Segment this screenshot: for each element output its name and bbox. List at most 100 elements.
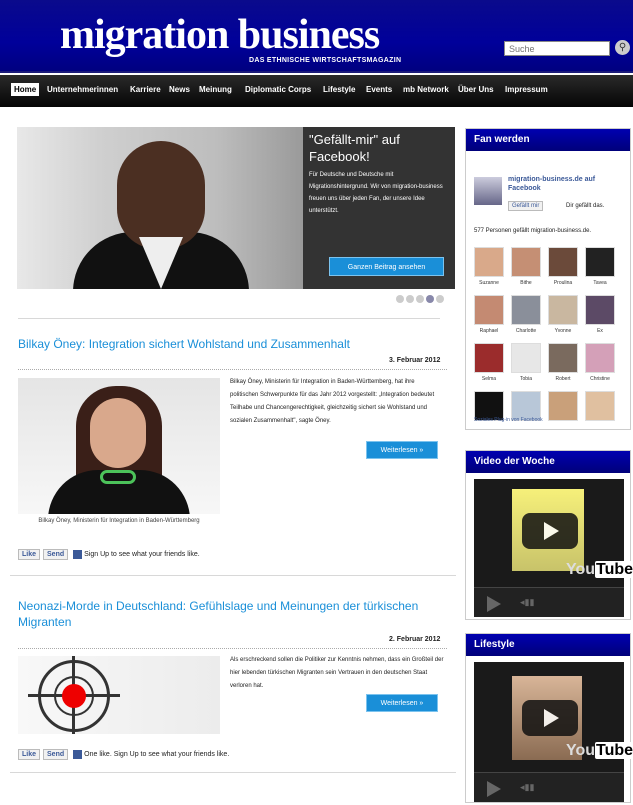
fb-person-name[interactable]: Raphael	[472, 328, 506, 334]
fb-person-name[interactable]: Suzanne	[472, 280, 506, 286]
video-player[interactable]: YouTube ◂▮▮	[474, 479, 633, 617]
fb-person-name[interactable]: Selma	[472, 376, 506, 382]
fb-person-avatar[interactable]	[548, 247, 578, 277]
volume-icon[interactable]: ◂▮▮	[520, 597, 550, 609]
facebook-icon	[73, 749, 83, 759]
share-bar-2: Like Send One like. Sign Up to see what yo…	[18, 749, 229, 763]
slider-dot-active[interactable]	[426, 295, 434, 303]
like-button[interactable]: Like	[18, 549, 41, 560]
play-icon[interactable]	[487, 596, 501, 612]
nav-item-ueber-uns[interactable]: Über Uns	[458, 85, 494, 94]
fb-count-text: 577 Personen gefällt migration-business.…	[474, 228, 592, 234]
featured-button[interactable]: Ganzen Beitrag ansehen	[329, 257, 444, 276]
share-text: One like. Sign Up to see what your frien…	[84, 751, 230, 758]
fb-person-name[interactable]: Ex	[583, 328, 617, 334]
video-controls: ◂▮▮	[474, 772, 624, 802]
fb-person-avatar[interactable]	[511, 247, 541, 277]
main-nav: Home Unternehmerinnen Karriere News Mein…	[0, 75, 633, 107]
nav-item-news[interactable]: News	[169, 85, 190, 94]
fb-person-name[interactable]: Bithe	[509, 280, 543, 286]
featured-slider[interactable]: "Gefällt-mir" auf Facebook! Für Deutsche…	[17, 127, 455, 289]
facebook-icon	[73, 549, 83, 559]
fb-person-avatar[interactable]	[474, 295, 504, 325]
fb-person-avatar[interactable]	[585, 247, 615, 277]
nav-item-events[interactable]: Events	[366, 85, 392, 94]
play-icon[interactable]	[522, 513, 578, 549]
fb-person-avatar[interactable]	[511, 295, 541, 325]
fb-person-avatar[interactable]	[511, 343, 541, 373]
featured-title: "Gefällt-mir" auf Facebook!	[309, 132, 400, 164]
nav-item-lifestyle[interactable]: Lifestyle	[323, 85, 355, 94]
portrait-face	[90, 398, 146, 468]
share-bar-1: Like Send Sign Up to see what your friends…	[18, 549, 200, 563]
send-button[interactable]: Send	[43, 749, 69, 760]
nav-item-meinung[interactable]: Meinung	[199, 85, 232, 94]
lifestyle-box-heading: Lifestyle	[466, 634, 630, 656]
read-more-button-1[interactable]: Weiterlesen »	[366, 441, 438, 459]
search-icon[interactable]: ⚲	[615, 40, 630, 55]
fb-person-name[interactable]: Yvonne	[546, 328, 580, 334]
slider-dot[interactable]	[406, 295, 414, 303]
divider	[10, 772, 456, 773]
nav-item-karriere[interactable]: Karriere	[130, 85, 161, 94]
fb-person-name[interactable]: Robert	[546, 376, 580, 382]
target-center	[62, 684, 86, 708]
fb-person-avatar[interactable]	[548, 391, 578, 421]
read-more-button-2[interactable]: Weiterlesen »	[366, 694, 438, 712]
play-icon[interactable]	[522, 700, 578, 736]
post-image-1[interactable]	[18, 378, 220, 514]
send-button[interactable]: Send	[43, 549, 69, 560]
fb-person-name[interactable]: Tobia	[509, 376, 543, 382]
video-controls: ◂▮▮	[474, 587, 624, 617]
fan-box: Fan werden migration-business.de auf Fac…	[465, 128, 631, 430]
video-box: Video der Woche YouTube ◂▮▮	[465, 450, 633, 620]
fb-person-avatar[interactable]	[585, 343, 615, 373]
page-avatar[interactable]	[474, 177, 502, 205]
nav-item-impressum[interactable]: Impressum	[505, 85, 548, 94]
post-date-1: 3. Februar 2012	[389, 357, 441, 364]
share-text: Sign Up to see what your friends like.	[84, 551, 200, 558]
fb-person-avatar[interactable]	[548, 343, 578, 373]
fb-likes-text: Dir gefällt das.	[566, 203, 605, 209]
video-box-heading: Video der Woche	[466, 451, 630, 473]
fb-person-avatar[interactable]	[585, 295, 615, 325]
like-button[interactable]: Like	[18, 749, 41, 760]
slider-dot[interactable]	[416, 295, 424, 303]
slider-dot[interactable]	[396, 295, 404, 303]
site-logo[interactable]: migration business	[60, 14, 380, 56]
play-icon[interactable]	[487, 781, 501, 797]
fb-person-name[interactable]: Christine	[583, 376, 617, 382]
nav-item-diplomatic-corps[interactable]: Diplomatic Corps	[245, 85, 311, 94]
post-title-2[interactable]: Neonazi-Morde in Deutschland: Gefühlslag…	[18, 598, 448, 630]
fb-person-name[interactable]: Proulina	[546, 280, 580, 286]
fb-person-avatar[interactable]	[548, 295, 578, 325]
featured-text: Für Deutsche und Deutsche mit Migrations…	[309, 172, 443, 214]
fb-person-name[interactable]: Tavea	[583, 280, 617, 286]
fb-page-name[interactable]: migration-business.de auf Facebook	[508, 175, 626, 193]
nav-item-unternehmerinnen[interactable]: Unternehmerinnen	[47, 85, 118, 94]
fb-person-avatar[interactable]	[474, 247, 504, 277]
post-image-2[interactable]	[18, 656, 220, 734]
video-player[interactable]: YouTube ◂▮▮	[474, 662, 633, 802]
fb-person-avatar[interactable]	[474, 343, 504, 373]
post-title-1[interactable]: Bilkay Öney: Integration sichert Wohlsta…	[18, 336, 448, 352]
fb-plugin-label: Soziales Plug-in von Facebook	[474, 417, 543, 423]
search-input[interactable]	[504, 41, 610, 56]
slider-dot[interactable]	[436, 295, 444, 303]
youtube-logo: YouTube	[566, 561, 633, 578]
fb-person-avatar[interactable]	[585, 391, 615, 421]
featured-image	[17, 127, 303, 289]
site-tagline: DAS ETHNISCHE WIRTSCHAFTSMAGAZIN	[249, 57, 402, 64]
date-divider	[18, 648, 447, 649]
post-excerpt-1: Bilkay Öney, Ministerin für Integration …	[230, 379, 435, 424]
nav-item-home[interactable]: Home	[11, 83, 40, 96]
post-excerpt-2: Als erschreckend sollen die Politiker zu…	[230, 657, 444, 689]
fb-person-name[interactable]: Charlotte	[509, 328, 543, 334]
fb-like-button[interactable]: Gefällt mir	[508, 201, 544, 211]
divider	[10, 575, 456, 576]
slider-dots	[396, 290, 446, 308]
youtube-logo: YouTube	[566, 742, 633, 759]
nav-item-mb-network[interactable]: mb Network	[403, 85, 449, 94]
lifestyle-box: Lifestyle YouTube ◂▮▮	[465, 633, 633, 803]
volume-icon[interactable]: ◂▮▮	[520, 782, 550, 794]
